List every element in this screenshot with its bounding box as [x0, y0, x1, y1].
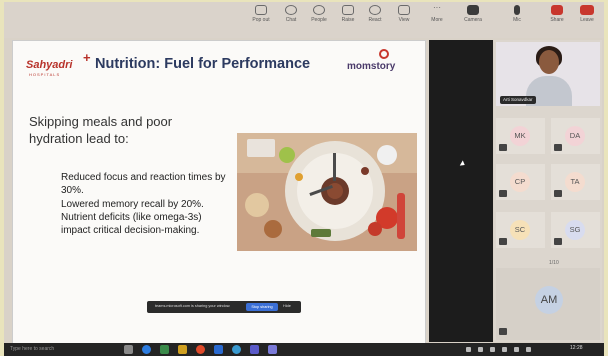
mic-muted-icon	[554, 144, 562, 151]
meeting-toolbar: Pop out Chat People Raise React View ···…	[4, 2, 604, 38]
bullet-item: Lowered memory recall by 20%.	[61, 198, 204, 210]
shared-slide: Sahyadri + HOSPITALS Nutrition: Fuel for…	[12, 40, 426, 344]
mic-muted-icon	[499, 144, 507, 151]
food-plate-illustration	[237, 133, 417, 251]
camera-icon	[467, 5, 479, 15]
teams-icon[interactable]	[250, 345, 259, 354]
wifi-icon[interactable]	[526, 347, 531, 352]
food-image	[237, 133, 417, 251]
slide-title: Nutrition: Fuel for Performance	[95, 56, 311, 72]
mic-muted-icon	[499, 328, 507, 335]
mouse-cursor-icon	[459, 160, 467, 168]
share-icon	[551, 5, 563, 15]
presenter-video-tile[interactable]: Arti Sonavdkar	[496, 42, 600, 106]
screen-share-notification: teams.microsoft.com is sharing your wind…	[147, 301, 301, 313]
meeting-window: Pop out Chat People Raise React View ···…	[4, 2, 604, 352]
hide-button[interactable]: Hide	[283, 304, 291, 308]
battery-icon[interactable]	[490, 347, 495, 352]
mic-muted-icon	[499, 190, 507, 197]
slide-bullets: Reduced focus and reaction times by 30%.…	[61, 171, 231, 237]
more-button[interactable]: ··· More	[424, 3, 450, 24]
store-icon[interactable]	[160, 345, 169, 354]
bullet-item: Reduced focus and reaction times by 30%.	[61, 172, 226, 197]
language-icon[interactable]	[514, 347, 519, 352]
avatar: TA	[565, 172, 585, 192]
dark-panel	[429, 40, 493, 342]
participant-pager[interactable]: 1/10	[549, 260, 559, 266]
mic-muted-icon	[554, 238, 562, 245]
slide-headline: Skipping meals and poor hydration lead t…	[29, 114, 173, 146]
participant-tile[interactable]: SC	[496, 212, 545, 248]
grid-icon	[398, 5, 410, 15]
mic-icon	[514, 5, 520, 15]
logo-plus-icon: +	[83, 50, 91, 65]
people-icon	[313, 5, 325, 15]
phone-icon	[580, 5, 594, 15]
mic-button[interactable]: Mic	[504, 5, 530, 23]
popout-button[interactable]: Pop out	[248, 5, 274, 23]
share-notice-text: teams.microsoft.com is sharing your wind…	[155, 304, 231, 308]
hand-icon	[342, 5, 354, 15]
people-button[interactable]: People	[306, 5, 332, 23]
avatar: SG	[565, 220, 585, 240]
participants-panel: Arti Sonavdkar MK DA CP TA SC SG 1/10 AM	[494, 40, 602, 342]
momstory-logo-icon	[379, 49, 389, 59]
chat-button[interactable]: Chat	[278, 5, 304, 23]
system-tray	[466, 347, 556, 352]
react-button[interactable]: React	[362, 5, 388, 23]
raise-hand-button[interactable]: Raise	[335, 5, 361, 23]
presenter-name-tag: Arti Sonavdkar	[500, 96, 536, 104]
participant-tile[interactable]: DA	[551, 118, 600, 154]
chrome-icon[interactable]	[196, 345, 205, 354]
hospital-logo: Sahyadri	[26, 59, 73, 71]
view-button[interactable]: View	[391, 5, 417, 23]
taskbar-clock[interactable]: 12:28	[570, 345, 583, 351]
chat-icon	[285, 5, 297, 15]
app-icon[interactable]	[268, 345, 277, 354]
browser-icon[interactable]	[232, 345, 241, 354]
network-icon[interactable]	[478, 347, 483, 352]
outlook-icon[interactable]	[214, 345, 223, 354]
mic-muted-icon	[554, 190, 562, 197]
tray-chevron-icon[interactable]	[466, 347, 471, 352]
folder-icon[interactable]	[178, 345, 187, 354]
avatar: CP	[510, 172, 530, 192]
avatar: MK	[510, 126, 530, 146]
participant-tile[interactable]: AM	[496, 268, 600, 340]
more-icon: ···	[433, 3, 441, 12]
edge-icon[interactable]	[142, 345, 151, 354]
leave-button[interactable]: Leave	[576, 5, 598, 23]
task-view-icon[interactable]	[124, 345, 133, 354]
participant-tile[interactable]: CP	[496, 164, 545, 200]
bullet-item: Nutrient deficits (like omega-3s) impact…	[61, 211, 202, 237]
brand-logo: momstory	[347, 61, 396, 72]
taskbar-search[interactable]: Type here to search	[10, 346, 54, 352]
participant-tile[interactable]: MK	[496, 118, 545, 154]
participant-tile[interactable]: TA	[551, 164, 600, 200]
presenter-face	[539, 50, 559, 74]
popout-icon	[255, 5, 267, 15]
volume-icon[interactable]	[502, 347, 507, 352]
participant-tile[interactable]: SG	[551, 212, 600, 248]
camera-button[interactable]: Camera	[460, 5, 486, 23]
hospital-logo-sub: HOSPITALS	[29, 72, 61, 77]
smile-icon	[369, 5, 381, 15]
windows-taskbar: Type here to search 12:28	[4, 343, 604, 356]
avatar: DA	[565, 126, 585, 146]
share-button[interactable]: Share	[544, 5, 570, 23]
avatar: AM	[535, 286, 563, 314]
avatar: SC	[510, 220, 530, 240]
mic-muted-icon	[499, 238, 507, 245]
stop-sharing-button[interactable]: Stop sharing	[246, 303, 278, 311]
